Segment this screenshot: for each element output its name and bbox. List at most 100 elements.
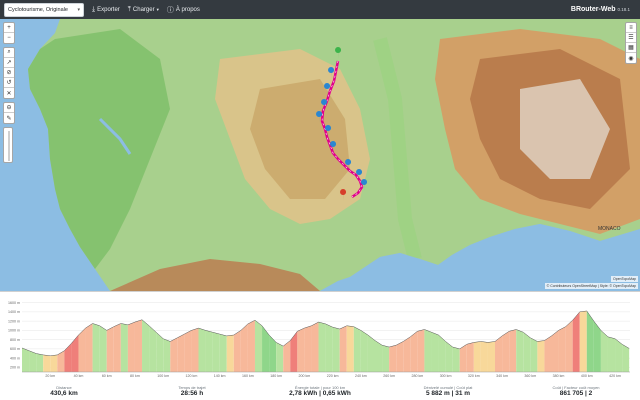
x-tick-label: 40 km: [74, 374, 84, 378]
elevation-segment: [431, 332, 439, 372]
y-tick-label: 1600 m: [8, 301, 20, 305]
elevation-segment: [219, 334, 227, 372]
x-tick-label: 260 km: [383, 374, 395, 378]
elevation-segment: [177, 334, 185, 372]
info-icon: ⓘ: [166, 6, 174, 14]
elevation-segment: [233, 330, 241, 372]
elevation-segment: [43, 354, 51, 372]
elevation-segment: [149, 325, 157, 372]
pencil-icon[interactable]: ✎: [4, 113, 14, 123]
elevation-segment: [269, 335, 277, 372]
route-stats: Distance 430,6 km Temps de trajet 28:56 …: [0, 383, 640, 400]
elevation-segment: [205, 330, 213, 372]
elevation-segment: [346, 325, 354, 372]
elevation-segment: [339, 325, 347, 372]
elevation-segment: [78, 328, 86, 372]
opacity-slider[interactable]: [3, 127, 13, 163]
nogo-icon[interactable]: ⊖: [4, 103, 14, 113]
x-tick-label: 280 km: [411, 374, 423, 378]
x-tick-label: 20 km: [45, 374, 55, 378]
stat-ascent: Dénivelé cumulé | Coût plat 5 882 m | 31…: [384, 383, 512, 400]
elevation-segment: [579, 310, 587, 372]
x-tick-label: 60 km: [102, 374, 112, 378]
y-tick-label: 200 m: [10, 366, 20, 370]
x-tick-label: 300 km: [440, 374, 452, 378]
stat-value: 430,6 km: [50, 390, 78, 397]
elevation-segment: [565, 320, 573, 372]
elevation-segment: [452, 347, 460, 372]
elevation-segment: [558, 326, 566, 372]
x-tick-label: 200 km: [298, 374, 310, 378]
stat-cost: Coût | Facteur coût moyen 861 705 | 2: [512, 383, 640, 400]
elevation-segment: [516, 329, 524, 372]
delete-route-icon[interactable]: ✕: [4, 88, 14, 98]
elevation-segment: [170, 337, 178, 372]
elevation-segment: [353, 326, 361, 372]
elevation-segment: [127, 322, 135, 372]
elevation-segment: [509, 329, 517, 372]
elevation-segment: [113, 323, 121, 372]
stat-value: 28:56 h: [180, 390, 204, 397]
elevation-segment: [389, 345, 397, 372]
map-attribution[interactable]: © Contributeurs OpenStreetMap | Style: ©…: [544, 283, 638, 289]
elevation-segment: [142, 319, 150, 372]
x-tick-label: 220 km: [327, 374, 339, 378]
about-link[interactable]: ⓘ À propos: [167, 5, 200, 15]
elevation-chart: 1600 m 1400 m 1200 m 1000 m 800 m 600 m 400 m 2…: [8, 301, 630, 378]
route-details-icon[interactable]: ▦: [626, 43, 636, 53]
load-label: Charger: [132, 6, 155, 13]
layers-icon[interactable]: ≡: [626, 23, 636, 33]
elevation-profile[interactable]: 1600 m 1400 m 1200 m 1000 m 800 m 600 m 400 m 2…: [0, 291, 640, 383]
elevation-segment: [50, 354, 58, 372]
delete-last-icon[interactable]: ↺: [4, 78, 14, 88]
elevation-segment: [191, 328, 199, 372]
elevation-segment: [480, 341, 488, 372]
list-icon[interactable]: ☰: [626, 33, 636, 43]
y-tick-label: 1400 m: [8, 310, 20, 314]
map-canvas: MONACO: [0, 19, 640, 291]
zoom-out-icon[interactable]: −: [4, 33, 14, 43]
elevation-segment: [523, 332, 531, 372]
elevation-segment: [85, 323, 93, 372]
right-tools: ≡ ☰ ▦ ◉: [625, 22, 637, 64]
profile-select-value: Cyclotourisme, Originale: [8, 6, 68, 13]
app-brand: BRouter-Web 0.18.1: [571, 6, 636, 13]
stop-icon[interactable]: ⊘: [4, 68, 14, 78]
route-tools: ⌕ ↗ ⊘ ↺ ✕: [3, 47, 15, 99]
elevation-segment: [551, 330, 559, 372]
left-toolbar: + − ⌕ ↗ ⊘ ↺ ✕ ⊖ ✎: [3, 22, 15, 163]
chevron-down-icon: ▾: [77, 6, 80, 13]
elevation-segment: [276, 342, 284, 372]
load-menu[interactable]: ⤒ Charger ▾: [128, 6, 159, 14]
export-menu[interactable]: ⤓ Exporter: [92, 6, 120, 14]
elevation-segment: [622, 344, 630, 372]
x-tick-label: 420 km: [609, 374, 621, 378]
elevation-segment: [410, 331, 418, 372]
elevation-segment: [163, 338, 171, 372]
y-tick-label: 400 m: [10, 356, 20, 360]
elevation-segment: [99, 325, 107, 372]
elevation-segment: [537, 340, 545, 372]
upload-icon: ⤒: [127, 5, 131, 13]
draw-route-icon[interactable]: ↗: [4, 58, 14, 68]
elevation-segment: [106, 326, 114, 372]
locate-icon[interactable]: ◉: [626, 53, 636, 63]
elevation-segment: [360, 330, 368, 372]
search-icon[interactable]: ⌕: [4, 48, 14, 58]
about-label: À propos: [175, 6, 200, 13]
elevation-segment: [120, 323, 128, 372]
stat-value: 2,78 kWh | 0,65 kWh: [289, 390, 351, 397]
elevation-segment: [22, 347, 30, 372]
elevation-segment: [487, 341, 496, 372]
elevation-segment: [198, 328, 206, 372]
brand-name: BRouter-Web: [570, 6, 616, 13]
elevation-segment: [184, 330, 192, 372]
zoom-in-icon[interactable]: +: [4, 23, 14, 33]
stat-energy: Énergie totale | pour 100 km 2,78 kWh | …: [256, 383, 384, 400]
profile-select[interactable]: Cyclotourisme, Originale ▾: [4, 2, 84, 17]
slider-rail: [8, 131, 10, 161]
x-tick-label: 320 km: [468, 374, 480, 378]
y-tick-label: 1000 m: [8, 329, 20, 333]
map-view[interactable]: MONACO + − ⌕ ↗ ⊘ ↺ ✕ ⊖ ✎ ≡ ☰ ▦ ◉ OpenTop…: [0, 19, 640, 291]
elevation-segment: [367, 335, 375, 372]
